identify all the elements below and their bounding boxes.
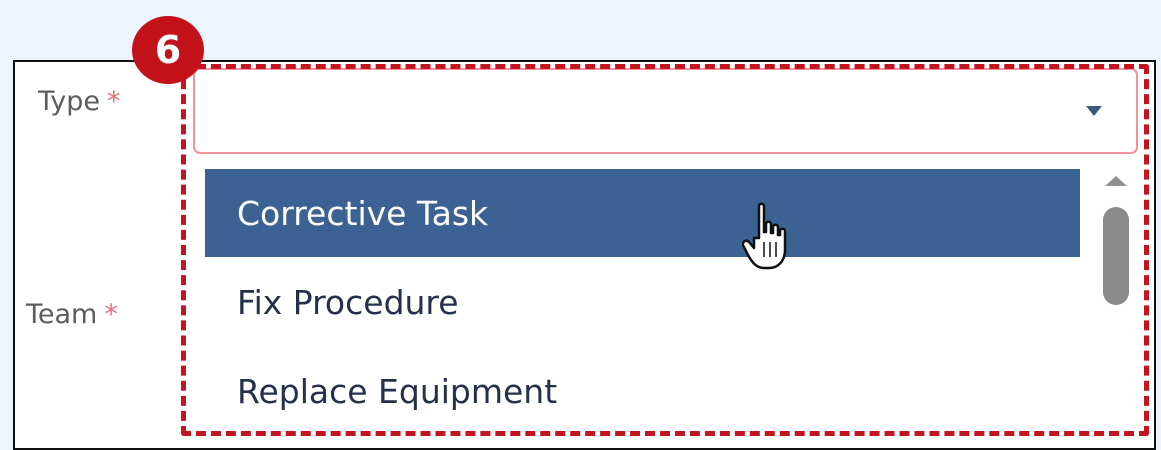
required-star: * <box>104 299 118 330</box>
triangle-up-icon[interactable] <box>1105 176 1127 186</box>
type-dropdown-list: Corrective Task Fix Procedure Replace Eq… <box>193 160 1138 437</box>
scrollbar-thumb[interactable] <box>1103 207 1129 305</box>
team-label: Team * <box>26 299 118 330</box>
option-label: Corrective Task <box>237 193 489 233</box>
dropdown-option-fix-procedure[interactable]: Fix Procedure <box>205 258 1080 346</box>
triangle-down-icon[interactable] <box>1086 106 1102 116</box>
option-label: Fix Procedure <box>237 282 459 322</box>
option-label: Replace Equipment <box>237 371 558 411</box>
dropdown-option-corrective-task[interactable]: Corrective Task <box>205 169 1080 257</box>
type-select[interactable] <box>193 68 1138 154</box>
type-label: Type * <box>38 86 121 117</box>
type-label-text: Type <box>38 86 101 117</box>
required-star: * <box>107 86 121 117</box>
team-label-text: Team <box>26 299 98 330</box>
step-badge: 6 <box>132 16 204 84</box>
dropdown-option-replace-equipment[interactable]: Replace Equipment <box>205 347 1080 435</box>
